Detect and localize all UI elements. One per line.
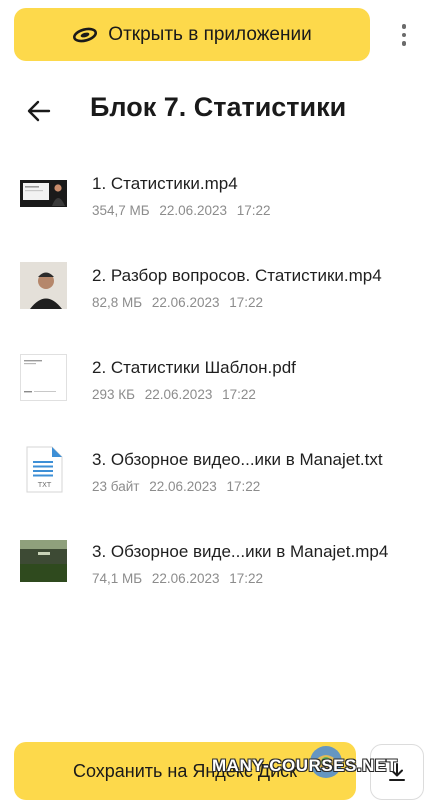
- file-row[interactable]: 2. Разбор вопросов. Статистики.mp4 82,8 …: [0, 250, 438, 342]
- file-size: 74,1 МБ: [92, 571, 143, 586]
- file-time: 17:22: [229, 295, 264, 310]
- file-size: 82,8 МБ: [92, 295, 143, 310]
- file-meta: 23 байт 22.06.2023 17:22: [92, 479, 266, 494]
- file-time: 17:22: [236, 203, 271, 218]
- file-name: 2. Разбор вопросов. Статистики.mp4: [92, 266, 382, 285]
- file-name: 3. Обзорное виде...ики в Manajet.mp4: [92, 542, 389, 561]
- file-size: 23 байт: [92, 479, 140, 494]
- page-title: Блок 7. Статистики: [90, 92, 347, 122]
- file-row[interactable]: 3. Обзорное виде...ики в Manajet.mp4 74,…: [0, 526, 438, 618]
- yandex-disk-icon: [72, 27, 98, 43]
- file-date: 22.06.2023: [151, 571, 220, 586]
- download-icon[interactable]: [370, 744, 424, 800]
- file-size: 354,7 МБ: [92, 203, 150, 218]
- open-in-app-button[interactable]: Открыть в приложении: [14, 8, 370, 61]
- kebab-menu-icon[interactable]: [392, 18, 416, 52]
- file-date: 22.06.2023: [149, 479, 217, 494]
- header: Блок 7. Статистики: [0, 86, 438, 138]
- file-row[interactable]: 1. Статистики.mp4 354,7 МБ 22.06.2023 17…: [0, 158, 438, 250]
- save-to-yandex-disk-button[interactable]: Сохранить на Яндекс Диск: [14, 742, 356, 800]
- file-time: 17:22: [226, 479, 261, 494]
- file-time: 17:22: [229, 571, 264, 586]
- video-thumbnail: [20, 538, 67, 585]
- file-row[interactable]: 2. Статистики Шаблон.pdf 293 КБ 22.06.20…: [0, 342, 438, 434]
- txt-label: TXT: [37, 481, 52, 489]
- file-name: 1. Статистики.mp4: [92, 174, 238, 193]
- txt-file-icon: TXT: [20, 446, 67, 493]
- file-meta: 74,1 МБ 22.06.2023 17:22: [92, 571, 269, 586]
- file-meta: 82,8 МБ 22.06.2023 17:22: [92, 295, 269, 310]
- file-name: 2. Статистики Шаблон.pdf: [92, 358, 296, 377]
- video-thumbnail: [20, 170, 67, 217]
- file-meta: 293 КБ 22.06.2023 17:22: [92, 387, 262, 402]
- save-button-label: Сохранить на Яндекс Диск: [72, 760, 298, 781]
- open-in-app-label: Открыть в приложении: [108, 23, 312, 45]
- arrow-left-icon[interactable]: [24, 96, 54, 126]
- top-bar: Открыть в приложении: [0, 0, 438, 70]
- file-size: 293 КБ: [92, 387, 135, 402]
- file-date: 22.06.2023: [144, 387, 213, 402]
- file-date: 22.06.2023: [151, 295, 220, 310]
- file-row[interactable]: TXT 3. Обзорное видео...ики в Manajet.tx…: [0, 434, 438, 526]
- file-name: 3. Обзорное видео...ики в Manajet.txt: [92, 450, 383, 469]
- pdf-thumbnail: [20, 354, 67, 401]
- file-meta: 354,7 МБ 22.06.2023 17:22: [92, 203, 277, 218]
- file-time: 17:22: [222, 387, 256, 402]
- video-thumbnail: [20, 262, 67, 309]
- file-list: 1. Статистики.mp4 354,7 МБ 22.06.2023 17…: [0, 158, 438, 618]
- bottom-bar: Сохранить на Яндекс Диск: [0, 742, 438, 800]
- file-date: 22.06.2023: [159, 203, 227, 218]
